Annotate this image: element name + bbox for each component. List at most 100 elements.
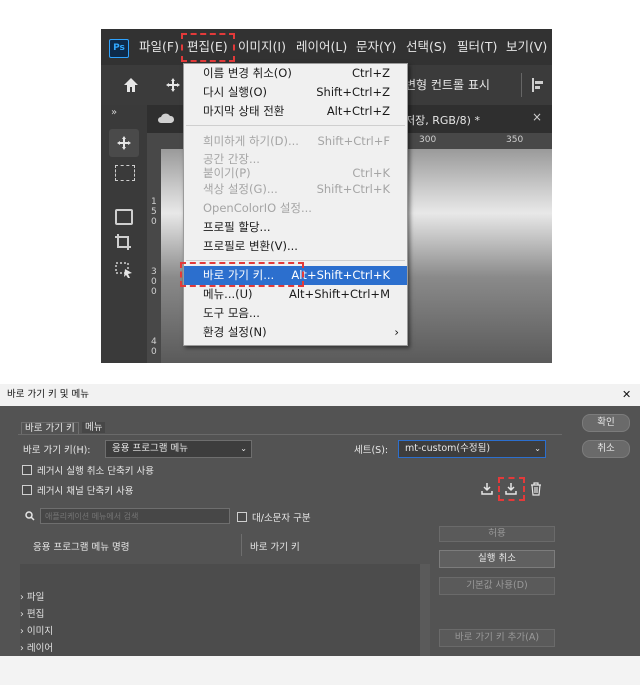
shortcuts-for-value: 응용 프로그램 메뉴 xyxy=(112,443,188,454)
dialog-title-bar: 바로 가기 키 및 메뉴 ✕ xyxy=(0,384,640,406)
menu-bar: Ps 파일(F) 편집(E) 이미지(I) 레이어(L) 문자(Y) 선택(S)… xyxy=(101,29,552,65)
trash-icon[interactable] xyxy=(530,482,542,496)
undo-button[interactable]: 실행 취소 xyxy=(439,550,555,568)
chevron-down-icon: ⌄ xyxy=(240,444,247,453)
tree-item-layer[interactable]: › 레이어 xyxy=(20,640,420,656)
edit-menu-highlight xyxy=(181,33,235,62)
ruler-tick: 3 xyxy=(151,267,157,277)
match-case-checkbox[interactable] xyxy=(237,512,247,522)
search-input[interactable] xyxy=(40,508,230,524)
match-case-label: 대/소문자 구분 xyxy=(252,513,311,524)
menu-item-color-settings: 색상 설정(G)... Shift+Ctrl+K xyxy=(203,182,390,196)
chevron-right-icon: › xyxy=(20,626,24,637)
menu-item-fade: 희미하게 하기(D)... Shift+Ctrl+F xyxy=(203,134,390,148)
ruler-tick: 0 xyxy=(151,277,157,287)
new-set-icon[interactable] xyxy=(504,482,518,496)
ruler-vertical: 1 5 0 3 0 0 4 0 xyxy=(147,133,161,363)
tab-menus[interactable]: 메뉴 xyxy=(82,422,106,433)
dialog-body: 바로 가기 키 메뉴 바로 가기 키(H): 응용 프로그램 메뉴 ⌄ 세트(S… xyxy=(0,406,640,656)
save-set-icon[interactable] xyxy=(480,482,494,496)
object-select-icon[interactable] xyxy=(114,261,134,279)
shortcuts-item-highlight xyxy=(180,262,304,287)
legacy-channel-label: 레거시 채널 단축키 사용 xyxy=(37,486,134,497)
align-left-icon[interactable] xyxy=(531,77,545,93)
chevron-down-icon: ⌄ xyxy=(534,444,541,453)
divider xyxy=(521,73,522,97)
menu-view[interactable]: 보기(V) xyxy=(506,29,547,65)
marquee-tool-icon[interactable] xyxy=(115,165,135,181)
show-transform-controls-label[interactable]: 변형 컨트롤 표시 xyxy=(405,76,490,93)
tab-shortcuts[interactable]: 바로 가기 키 xyxy=(21,422,79,434)
move-icon xyxy=(117,136,131,150)
ruler-tick: 300 xyxy=(419,135,437,145)
menu-layer[interactable]: 레이어(L) xyxy=(296,29,347,65)
menu-type[interactable]: 문자(Y) xyxy=(356,29,396,65)
menu-item-menus[interactable]: 메뉴...(U) Alt+Shift+Ctrl+M xyxy=(184,285,407,304)
chevron-right-icon: › xyxy=(20,643,24,654)
expand-icon[interactable]: » xyxy=(111,107,117,118)
ruler-tick: 5 xyxy=(151,207,157,217)
menu-separator xyxy=(186,125,405,126)
dialog-title: 바로 가기 키 및 메뉴 xyxy=(7,389,89,400)
column-header-shortcut: 바로 가기 키 xyxy=(250,542,300,553)
ruler-tick: 0 xyxy=(151,347,157,357)
set-label: 세트(S): xyxy=(354,445,389,456)
ruler-tick: 4 xyxy=(151,337,157,347)
cancel-button[interactable]: 취소 xyxy=(582,440,630,458)
tab-underline xyxy=(18,434,562,435)
menu-item-toggle-last-state[interactable]: 마지막 상태 전환 Alt+Ctrl+Z xyxy=(184,102,407,121)
menu-item-preferences[interactable]: 환경 설정(N) › xyxy=(184,323,407,342)
photoshop-window: Ps 파일(F) 편집(E) 이미지(I) 레이어(L) 문자(Y) 선택(S)… xyxy=(101,29,552,363)
search-icon xyxy=(25,511,35,521)
tree-item-file[interactable]: › 파일 xyxy=(20,589,420,606)
close-icon[interactable]: ✕ xyxy=(622,384,631,406)
menu-item-convert-profile[interactable]: 프로필로 변환(V)... xyxy=(184,237,407,256)
menu-select[interactable]: 선택(S) xyxy=(406,29,447,65)
menu-item-undo-rename[interactable]: 이름 변경 취소(O) Ctrl+Z xyxy=(184,64,407,83)
ruler-tick: 0 xyxy=(151,287,157,297)
cloud-icon xyxy=(158,113,175,123)
frame-tool-icon[interactable] xyxy=(115,209,133,225)
document-tab-title[interactable]: 저장, RGB/8) * xyxy=(405,112,480,128)
menu-image[interactable]: 이미지(I) xyxy=(238,29,286,65)
legacy-undo-checkbox[interactable] xyxy=(22,465,32,475)
set-value: mt-custom(수정됨) xyxy=(405,443,491,454)
move-tool[interactable] xyxy=(109,129,139,157)
legacy-undo-label: 레거시 실행 취소 단축키 사용 xyxy=(37,466,154,477)
legacy-channel-checkbox[interactable] xyxy=(22,485,32,495)
photoshop-logo: Ps xyxy=(109,39,129,58)
ruler-tick: 0 xyxy=(151,217,157,227)
ruler-tick: 350 xyxy=(506,135,524,145)
keyboard-shortcuts-dialog: 바로 가기 키 및 메뉴 ✕ 바로 가기 키 메뉴 바로 가기 키(H): 응용… xyxy=(0,384,640,656)
menu-filter[interactable]: 필터(T) xyxy=(457,29,497,65)
ok-button[interactable]: 확인 xyxy=(582,414,630,432)
tools-panel: » xyxy=(101,105,147,363)
edit-menu-dropdown: 이름 변경 취소(O) Ctrl+Z 다시 실행(O) Shift+Ctrl+Z 마… xyxy=(183,63,408,346)
chevron-right-icon: › xyxy=(20,609,24,620)
page-background xyxy=(0,656,640,685)
column-divider xyxy=(241,534,242,556)
menu-separator xyxy=(186,260,405,261)
crop-tool-icon[interactable] xyxy=(114,233,134,251)
menu-item-opencolorio: OpenColorIO 설정... xyxy=(203,201,312,215)
menu-file[interactable]: 파일(F) xyxy=(139,29,179,65)
home-icon[interactable] xyxy=(122,76,140,94)
menu-item-assign-profile[interactable]: 프로필 할당... xyxy=(184,218,407,237)
menu-item-toolbar[interactable]: 도구 모음... xyxy=(184,304,407,323)
ruler-tick: 1 xyxy=(151,197,157,207)
shortcuts-for-select[interactable]: 응용 프로그램 메뉴 ⌄ xyxy=(105,440,252,458)
column-header-command: 응용 프로그램 메뉴 명령 xyxy=(33,542,130,553)
tree-item-edit[interactable]: › 편집 xyxy=(20,606,420,623)
search-row xyxy=(22,508,232,524)
scrollbar[interactable] xyxy=(420,564,430,656)
tab-close-icon[interactable]: × xyxy=(532,110,542,124)
set-select[interactable]: mt-custom(수정됨) ⌄ xyxy=(398,440,546,458)
move-tool-icon[interactable] xyxy=(165,77,181,93)
tree-item-image[interactable]: › 이미지 xyxy=(20,623,420,640)
accept-button[interactable]: 허용 xyxy=(439,526,555,542)
add-shortcut-button[interactable]: 바로 가기 키 추가(A) xyxy=(439,629,555,647)
chevron-right-icon: › xyxy=(20,592,24,603)
use-default-button[interactable]: 기본값 사용(D) xyxy=(439,577,555,595)
shortcuts-for-label: 바로 가기 키(H): xyxy=(23,445,91,456)
menu-item-redo[interactable]: 다시 실행(O) Shift+Ctrl+Z xyxy=(184,83,407,102)
